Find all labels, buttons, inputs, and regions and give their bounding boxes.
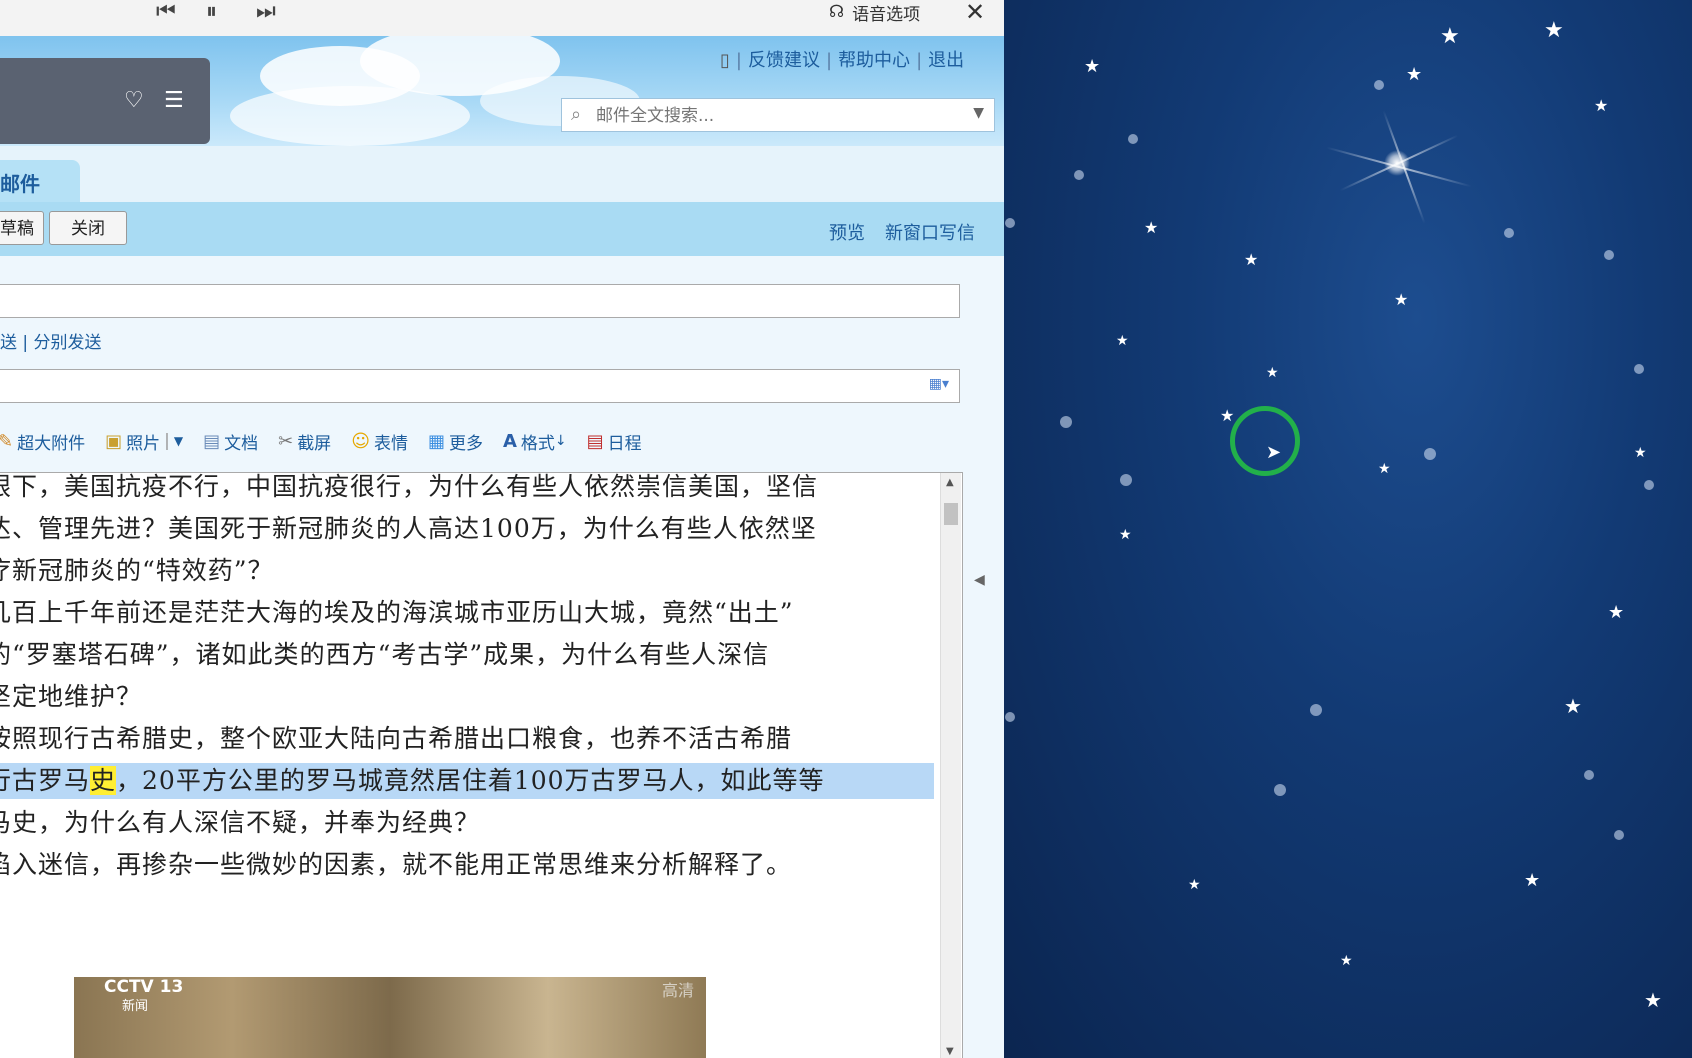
help-link[interactable]: 帮助中心: [838, 50, 910, 71]
emoji-button[interactable]: ☺ 表情: [351, 429, 408, 454]
music-player: ♡ ☰: [0, 58, 210, 144]
body-line: 按照现行古希腊史，整个欧亚大陆向古希腊出口粮食，也养不活古希腊: [0, 724, 793, 753]
search-input[interactable]: [594, 103, 958, 129]
body-line: 几百上千年前还是茫茫大海的埃及的海滨城市亚历山大城，竟然“出土”: [0, 598, 794, 627]
more-button[interactable]: ▦ 更多: [428, 429, 483, 454]
scroll-down-icon[interactable]: ▼: [946, 1046, 954, 1057]
body-line: 陷入迷信，再掺杂一些微妙的因素，就不能用正常思维来分析解释了。: [0, 850, 793, 879]
top-links: ▯ | 反馈建议 | 帮助中心 | 退出: [720, 50, 965, 71]
apps-icon[interactable]: ▦▾: [929, 376, 949, 392]
body-line: 眼下，美国抗疫不行，中国抗疫很行，为什么有些人依然崇信美国，坚信: [0, 472, 819, 501]
email-client: ⏮ ⏸ ⏭ ☊ 语音选项 ✕ ♡ ☰ ▯|反馈建议|帮助中心|退出 ⌕ ▼ 邮件: [0, 0, 1004, 1058]
highlighted-word: 史: [90, 766, 117, 795]
chevron-down-icon[interactable]: ▼: [973, 105, 984, 121]
search-icon: ⌕: [571, 104, 582, 125]
logout-link[interactable]: 退出: [928, 50, 964, 71]
grid-icon: ▦: [427, 430, 445, 452]
tab-row: 邮件: [0, 146, 1004, 202]
highlighted-line: 行古罗马史，20平方公里的罗马城竟然居住着100万古罗马人，如此等等: [0, 766, 825, 795]
scissors-icon: ✂: [278, 430, 294, 452]
desktop-wallpaper: ★ ★ ★ ★ ★ ★ ★ ★ ★ ★ ★ ★ ★ ★ ★ ★ ★ ★ ★ ★ …: [1004, 0, 1692, 1058]
screenshot-button[interactable]: ✂ 截屏: [278, 429, 331, 454]
tab-compose[interactable]: 邮件: [0, 160, 80, 202]
attachment-bar: ✎ 超大附件 ▣ 照片 | ▼ ▤ 文档 ✂ 截屏 ☺ 表情 ▦ 更多 A 格式 ↓ ▤ 日程: [0, 426, 662, 456]
body-line: 达、管理先进？美国死于新冠肺炎的人高达100万，为什么有些人依然坚: [0, 514, 817, 543]
mouse-cursor-icon: ➤: [1266, 442, 1282, 463]
format-button[interactable]: A 格式 ↓: [503, 429, 567, 454]
mail-search: ⌕ ▼: [561, 98, 995, 132]
vertical-scrollbar[interactable]: ▲ ▼: [940, 473, 961, 1058]
scroll-thumb[interactable]: [944, 503, 958, 525]
save-draft-button[interactable]: 草稿: [0, 211, 44, 245]
send-options[interactable]: 送 | 分别发送: [0, 328, 102, 353]
format-icon: A: [502, 430, 517, 452]
close-button[interactable]: 关闭: [49, 211, 127, 245]
recipient-field[interactable]: [0, 284, 960, 318]
headset-icon: ☊: [829, 2, 845, 22]
body-line: 的“罗塞塔石碑”，诸如此类的西方“考古学”成果，为什么有些人深信: [0, 640, 770, 669]
playlist-icon[interactable]: ☰: [164, 88, 184, 113]
large-attachment-button[interactable]: ✎ 超大附件: [0, 429, 85, 454]
preview-link[interactable]: 预览: [829, 219, 865, 245]
chevron-down-icon[interactable]: ▼: [174, 434, 183, 448]
body-line: 坚定地维护？: [0, 682, 143, 711]
new-window-link[interactable]: 新窗口写信: [885, 219, 975, 245]
voice-options-button[interactable]: ☊ 语音选项: [829, 0, 920, 25]
heart-icon[interactable]: ♡: [124, 88, 144, 113]
voice-reader-bar: ⏮ ⏸ ⏭ ☊ 语音选项 ✕: [0, 0, 1004, 37]
schedule-button[interactable]: ▤ 日程: [587, 429, 642, 454]
document-button[interactable]: ▤ 文档: [203, 429, 258, 454]
photo-button[interactable]: ▣ 照片 | ▼: [105, 429, 183, 454]
skip-back-icon[interactable]: ⏮: [156, 0, 176, 24]
click-indicator: [1230, 406, 1300, 476]
phone-icon[interactable]: ▯: [720, 50, 730, 71]
smile-icon: ☺: [351, 430, 370, 452]
header: ♡ ☰ ▯|反馈建议|帮助中心|退出 ⌕ ▼: [0, 36, 1004, 146]
feedback-link[interactable]: 反馈建议: [748, 50, 820, 71]
embedded-video[interactable]: CCTV 13 新闻 高清: [74, 977, 706, 1058]
document-icon: ▤: [203, 430, 221, 452]
skip-forward-icon[interactable]: ⏭: [256, 0, 276, 24]
pause-icon[interactable]: ⏸: [206, 0, 217, 24]
scroll-up-icon[interactable]: ▲: [946, 477, 954, 488]
collapse-panel-icon[interactable]: ◀: [974, 572, 985, 588]
body-line: 马史，为什么有人深信不疑，并奉为经典？: [0, 808, 481, 837]
body-line: 疗新冠肺炎的“特效药”？: [0, 556, 274, 585]
close-icon[interactable]: ✕: [965, 0, 985, 26]
paperclip-icon: ✎: [0, 430, 14, 452]
subject-field[interactable]: ▦▾: [0, 369, 960, 403]
calendar-icon: ▤: [586, 430, 604, 452]
cctv-logo: CCTV 13: [104, 977, 184, 997]
compose-area: 送 | 分别发送 ▦▾ ✎ 超大附件 ▣ 照片 | ▼ ▤ 文档 ✂ 截屏 ☺ 表情 ▦ 更多: [0, 256, 1004, 1058]
compose-toolbar: 草稿 关闭 预览 新窗口写信: [0, 202, 1004, 257]
photo-icon: ▣: [105, 430, 123, 452]
message-editor[interactable]: 眼下，美国抗疫不行，中国抗疫很行，为什么有些人依然崇信美国，坚信 达、管理先进？…: [0, 472, 963, 1058]
